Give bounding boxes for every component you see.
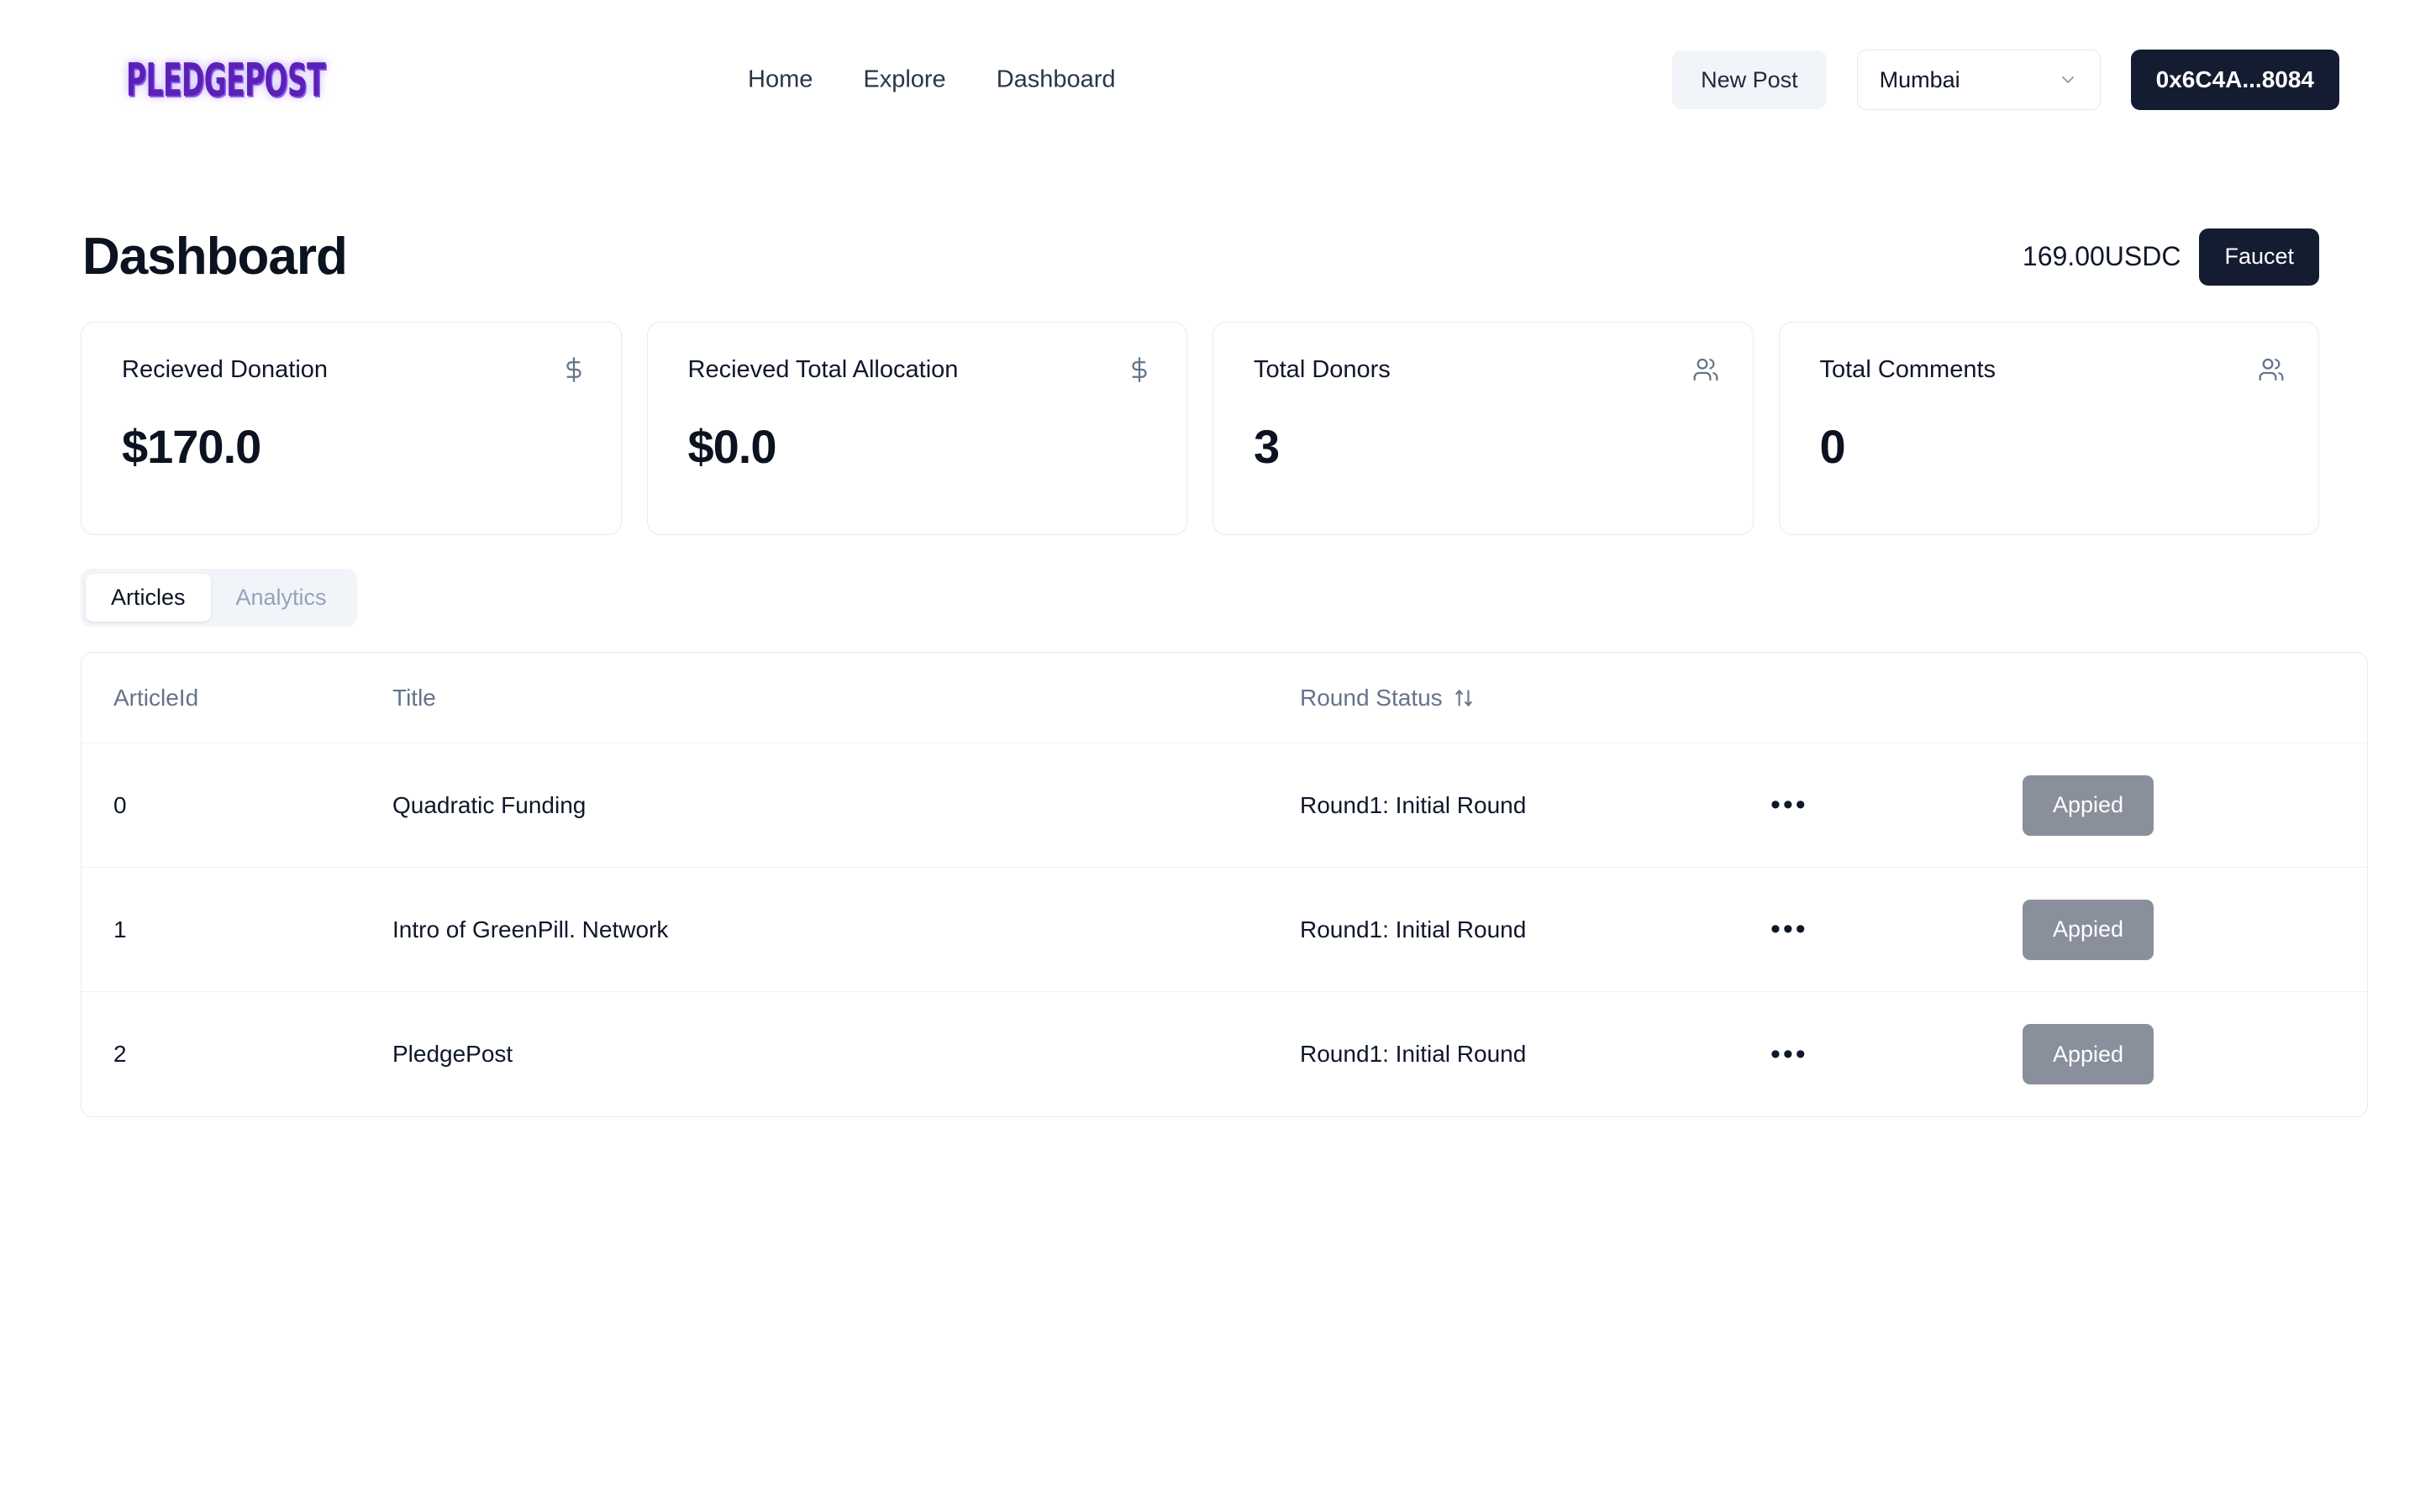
row-menu-icon[interactable]: ••• — [1770, 915, 1808, 944]
cell-title: PledgePost — [392, 1041, 513, 1067]
column-header-round-status-label: Round Status — [1300, 684, 1443, 711]
page-content: Dashboard 169.00USDC Faucet Recieved Don… — [0, 227, 2420, 1117]
users-icon — [2258, 356, 2285, 383]
column-header-round-status[interactable]: Round Status — [1300, 685, 1770, 711]
table-header-row: ArticleId Title Round Status — [82, 653, 2367, 743]
applied-button[interactable]: Appied — [2023, 899, 2154, 960]
cell-article-id: 2 — [113, 1041, 127, 1067]
cell-title: Quadratic Funding — [392, 791, 587, 818]
stat-card-label: Recieved Donation — [122, 356, 329, 383]
stat-card-total-comments: Total Comments 0 — [1778, 322, 2319, 535]
row-menu-icon[interactable]: ••• — [1770, 790, 1808, 820]
dollar-icon — [1126, 356, 1153, 383]
stat-card-header: Recieved Donation — [122, 356, 587, 384]
applied-button[interactable]: Appied — [2023, 774, 2154, 836]
applied-button[interactable]: Appied — [2023, 1024, 2154, 1084]
stat-card-received-total-allocation: Recieved Total Allocation $0.0 — [646, 322, 1187, 535]
balance-area: 169.00USDC Faucet — [2023, 228, 2319, 286]
usdc-balance: 169.00USDC — [2022, 241, 2181, 271]
chevron-down-icon — [2058, 70, 2078, 90]
dashboard-tabs: Articles Analytics — [81, 569, 357, 627]
cell-title: Intro of GreenPill. Network — [392, 916, 669, 942]
table-row[interactable]: 0 Quadratic Funding Round1: Initial Roun… — [82, 743, 2367, 868]
row-menu-icon[interactable]: ••• — [1770, 1039, 1808, 1068]
cell-round-status: Round1: Initial Round — [1300, 791, 1527, 818]
page-title: Dashboard — [82, 228, 348, 286]
column-header-title: Title — [392, 684, 436, 711]
users-icon — [1692, 356, 1719, 383]
faucet-button[interactable]: Faucet — [2199, 228, 2319, 286]
network-select-value: Mumbai — [1879, 66, 1960, 92]
table-row[interactable]: 2 PledgePost Round1: Initial Round ••• A… — [82, 992, 2367, 1116]
tab-analytics[interactable]: Analytics — [211, 574, 352, 622]
sort-updown-icon[interactable] — [1453, 687, 1475, 709]
page-title-row: Dashboard 169.00USDC Faucet — [81, 227, 2319, 286]
stat-card-header: Recieved Total Allocation — [688, 356, 1154, 384]
stat-card-received-donation: Recieved Donation $170.0 — [81, 322, 622, 535]
cell-article-id: 1 — [113, 916, 127, 942]
table-row[interactable]: 1 Intro of GreenPill. Network Round1: In… — [82, 868, 2367, 992]
cell-round-status: Round1: Initial Round — [1300, 1041, 1527, 1067]
network-select[interactable]: Mumbai — [1856, 50, 2101, 110]
main-nav: Home Explore Dashboard — [748, 66, 1116, 94]
nav-item-dashboard[interactable]: Dashboard — [997, 66, 1116, 94]
nav-item-explore[interactable]: Explore — [863, 66, 945, 94]
dollar-icon — [560, 356, 587, 383]
site-header: PLEDGEPOST Home Explore Dashboard New Po… — [0, 0, 2420, 160]
articles-table: ArticleId Title Round Status 0 Quadratic… — [81, 652, 2368, 1117]
nav-item-home[interactable]: Home — [748, 66, 813, 94]
stat-cards: Recieved Donation $170.0 Recieved Total … — [81, 322, 2319, 535]
stat-card-value: 3 — [1254, 420, 1280, 473]
stat-card-value: $170.0 — [122, 420, 261, 473]
stat-card-label: Total Comments — [1819, 356, 1996, 383]
stat-card-label: Recieved Total Allocation — [687, 356, 959, 383]
wallet-address-button[interactable]: 0x6C4A...8084 — [2130, 50, 2339, 110]
stat-card-label: Total Donors — [1254, 356, 1391, 383]
stat-card-header: Total Donors — [1254, 356, 1719, 384]
stat-card-total-donors: Total Donors 3 — [1213, 322, 1754, 535]
stat-card-value: $0.0 — [687, 420, 777, 473]
stat-card-value: 0 — [1819, 420, 1846, 473]
cell-article-id: 0 — [113, 791, 127, 818]
brand-logo[interactable]: PLEDGEPOST — [126, 53, 326, 107]
column-header-article-id: ArticleId — [113, 684, 199, 711]
stat-card-header: Total Comments — [1820, 356, 2286, 384]
header-actions: New Post Mumbai 0x6C4A...8084 — [1672, 50, 2339, 110]
new-post-button[interactable]: New Post — [1672, 50, 1827, 109]
cell-round-status: Round1: Initial Round — [1300, 916, 1527, 942]
tab-articles[interactable]: Articles — [86, 574, 211, 622]
